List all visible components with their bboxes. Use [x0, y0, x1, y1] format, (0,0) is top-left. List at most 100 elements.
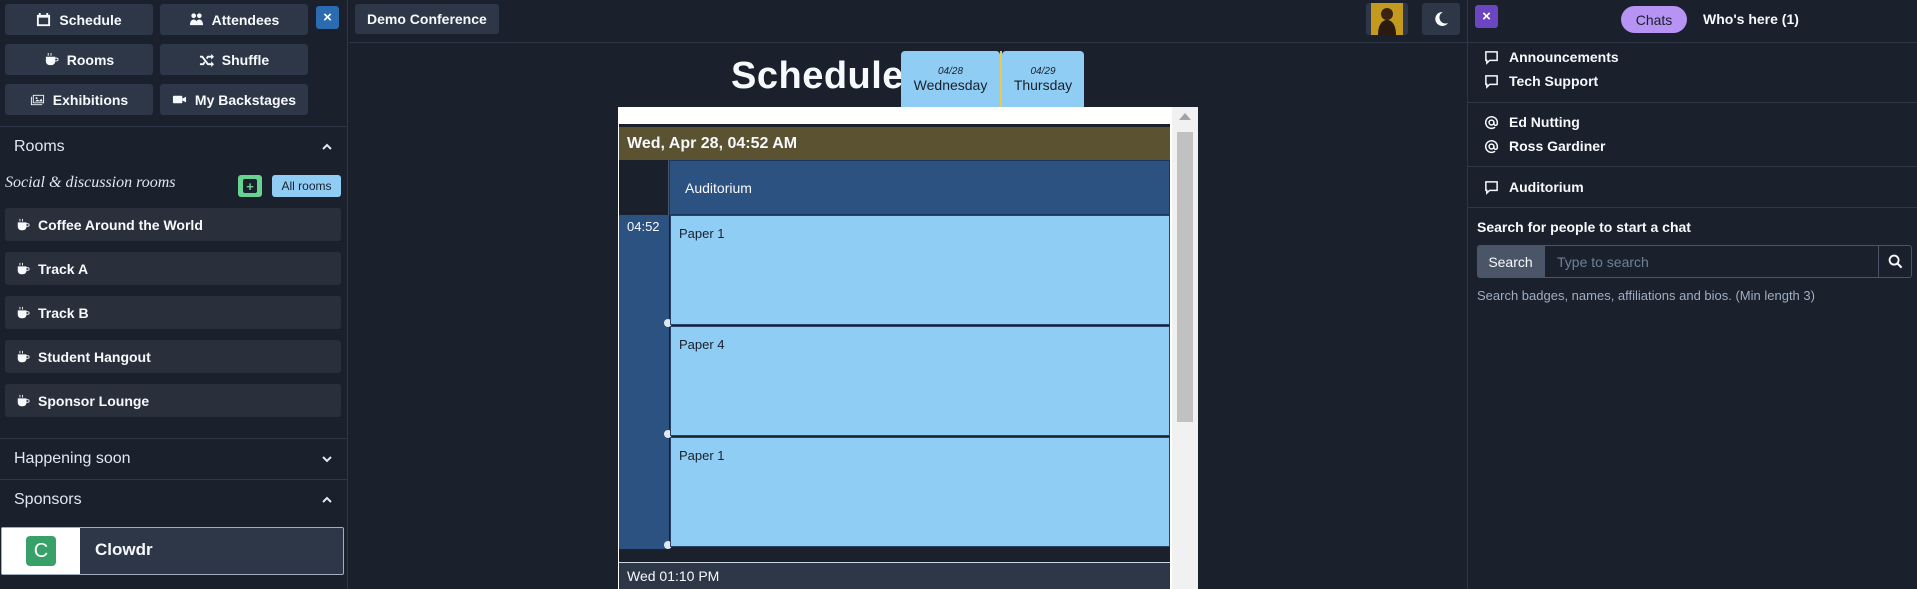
room-column-header[interactable]: Auditorium	[669, 160, 1170, 215]
user-avatar-button[interactable]	[1366, 3, 1408, 35]
dm-label: Ross Gardiner	[1509, 138, 1606, 154]
chat-channel-label: Tech Support	[1509, 73, 1599, 89]
people-search-input[interactable]	[1544, 245, 1879, 278]
chat-channel-item[interactable]: Tech Support	[1484, 73, 1598, 89]
coffee-icon	[17, 350, 30, 362]
calendar-icon	[37, 12, 51, 27]
happening-soon-header[interactable]: Happening soon	[0, 438, 347, 478]
attendees-icon	[189, 13, 203, 26]
exhibitions-button-label: Exhibitions	[52, 91, 129, 108]
close-icon: ×	[1482, 8, 1491, 25]
coffee-icon	[17, 218, 30, 230]
time-column: 04:52	[619, 215, 669, 549]
tab-day: Thursday	[1013, 76, 1073, 93]
shuffle-button-label: Shuffle	[221, 51, 270, 68]
room-chat-item[interactable]: Auditorium	[1484, 179, 1584, 195]
search-icon	[1888, 254, 1902, 269]
room-item[interactable]: Track B	[5, 296, 341, 329]
sponsors-title: Sponsors	[14, 490, 82, 508]
rooms-button[interactable]: Rooms	[5, 44, 153, 75]
chat-panel-divider	[1468, 102, 1917, 103]
event-title: Paper 4	[679, 337, 725, 352]
event-block[interactable]: Paper 4	[670, 326, 1170, 436]
chat-panel: × Chats Who's here (1) Announcements Tec…	[1467, 0, 1917, 589]
shuffle-button[interactable]: Shuffle	[160, 44, 308, 75]
exhibitions-button[interactable]: Exhibitions	[5, 84, 153, 115]
room-item-label: Track B	[38, 304, 89, 321]
conference-button[interactable]: Demo Conference	[355, 4, 499, 34]
rooms-section-header[interactable]: Rooms	[0, 126, 347, 166]
chat-bubble-icon	[1485, 74, 1498, 89]
schedule-grid[interactable]: Wed, Apr 28, 04:52 AM Auditorium 04:52 P…	[618, 107, 1198, 589]
time-header-cell	[619, 160, 669, 215]
video-camera-icon	[172, 95, 186, 104]
coffee-icon	[17, 306, 30, 318]
tab-wednesday[interactable]: 04/28 Wednesday	[901, 51, 1000, 107]
sponsor-card[interactable]: C Clowdr	[1, 527, 344, 575]
rooms-section-title: Rooms	[14, 137, 65, 155]
search-help-text: Search badges, names, affiliations and b…	[1477, 288, 1815, 303]
shuffle-icon	[199, 53, 214, 67]
add-room-button[interactable]: +	[238, 175, 262, 197]
chat-bubble-icon	[1485, 180, 1498, 195]
event-block[interactable]: Paper 1	[670, 215, 1170, 325]
coffee-icon	[17, 262, 30, 274]
next-time-row: Wed 01:10 PM	[619, 563, 1170, 589]
search-button[interactable]: Search	[1477, 245, 1544, 278]
chat-panel-divider	[1468, 42, 1917, 43]
sponsor-name: Clowdr	[95, 540, 153, 559]
chat-bubble-icon	[1485, 50, 1498, 65]
schedule-button[interactable]: Schedule	[5, 4, 153, 35]
my-backstages-button[interactable]: My Backstages	[160, 84, 308, 115]
happening-soon-title: Happening soon	[14, 449, 131, 467]
time-label: 04:52	[627, 219, 660, 234]
room-item-label: Track A	[38, 260, 89, 277]
date-banner: Wed, Apr 28, 04:52 AM	[619, 127, 1170, 160]
coffee-icon	[17, 394, 30, 406]
left-sidebar: Schedule Attendees × Rooms Shuffle Exhib…	[0, 0, 348, 589]
event-title: Paper 1	[679, 448, 725, 463]
at-sign-icon	[1484, 115, 1499, 129]
tab-chats[interactable]: Chats	[1621, 6, 1687, 33]
sponsors-header[interactable]: Sponsors	[0, 479, 347, 519]
sponsor-logo: C	[2, 528, 80, 574]
dm-item[interactable]: Ed Nutting	[1484, 114, 1580, 130]
dm-item[interactable]: Ross Gardiner	[1484, 138, 1605, 154]
event-block[interactable]: Paper 1	[670, 437, 1170, 547]
coffee-icon	[45, 52, 59, 66]
close-sidebar-button[interactable]: ×	[316, 6, 339, 29]
chat-channel-item[interactable]: Announcements	[1484, 49, 1619, 65]
tab-whos-here[interactable]: Who's here (1)	[1703, 11, 1799, 27]
room-item[interactable]: Track A	[5, 252, 341, 285]
clowdr-logo-icon: C	[26, 536, 56, 566]
search-submit-button[interactable]	[1879, 245, 1912, 278]
close-icon: ×	[323, 9, 332, 26]
header-divider	[349, 42, 1467, 43]
chevron-down-icon	[322, 455, 332, 462]
chevron-up-icon	[322, 143, 332, 150]
tab-date: 04/28	[937, 65, 964, 77]
rooms-subtitle: Social & discussion rooms	[5, 174, 176, 191]
tab-thursday[interactable]: 04/29 Thursday	[1002, 51, 1084, 107]
room-item[interactable]: Sponsor Lounge	[5, 384, 341, 417]
tab-date: 04/29	[1030, 65, 1056, 77]
scrollbar-thumb[interactable]	[1177, 132, 1193, 422]
moon-icon	[1435, 11, 1448, 26]
rooms-button-label: Rooms	[66, 51, 115, 68]
chat-channel-label: Announcements	[1509, 49, 1619, 65]
all-rooms-button[interactable]: All rooms	[272, 175, 341, 197]
avatar	[1371, 3, 1403, 35]
dm-label: Ed Nutting	[1509, 114, 1580, 130]
scroll-up-arrow-icon[interactable]	[1179, 113, 1191, 120]
images-icon	[30, 94, 44, 106]
dark-mode-toggle[interactable]	[1422, 3, 1460, 35]
room-item[interactable]: Coffee Around the World	[5, 208, 341, 241]
attendees-button[interactable]: Attendees	[160, 4, 308, 35]
my-backstages-button-label: My Backstages	[194, 91, 297, 108]
chat-panel-divider	[1468, 207, 1917, 208]
close-chat-panel-button[interactable]: ×	[1475, 5, 1498, 28]
room-item[interactable]: Student Hangout	[5, 340, 341, 373]
page-title: Schedule	[731, 55, 904, 97]
attendees-button-label: Attendees	[211, 11, 280, 28]
search-heading: Search for people to start a chat	[1477, 219, 1691, 235]
